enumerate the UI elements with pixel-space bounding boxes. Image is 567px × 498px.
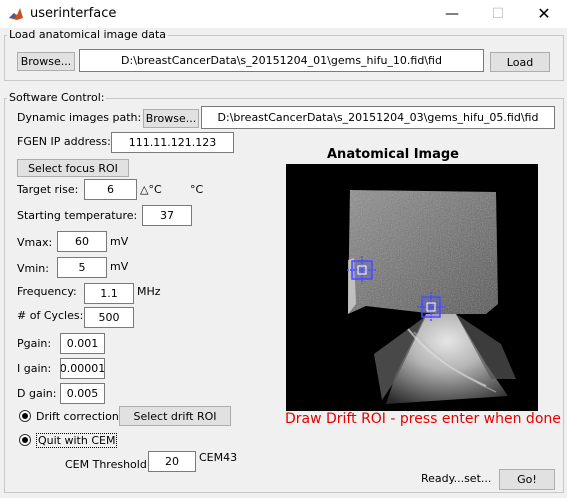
load-button[interactable]: Load bbox=[490, 52, 550, 72]
fgen-ip-label: FGEN IP address: bbox=[17, 135, 111, 148]
frequency-unit: MHz bbox=[137, 285, 161, 298]
close-button[interactable]: ✕ bbox=[521, 0, 567, 28]
anatomical-path-field[interactable]: D:\breastCancerData\s_20151204_01\gems_h… bbox=[79, 49, 484, 72]
matlab-app-icon bbox=[8, 6, 24, 22]
igain-label: I gain: bbox=[17, 362, 52, 375]
cycles-label: # of Cycles: bbox=[17, 309, 84, 322]
mri-image-graphic bbox=[286, 164, 538, 411]
vmin-field[interactable]: 5 bbox=[57, 257, 107, 278]
minimize-button[interactable]: — bbox=[429, 0, 475, 28]
quit-with-cem-radio[interactable] bbox=[19, 434, 31, 446]
pgain-field[interactable]: 0.001 bbox=[60, 333, 105, 354]
quit-with-cem-label[interactable]: Quit with CEM bbox=[36, 433, 118, 448]
fgen-ip-field[interactable]: 111.11.121.123 bbox=[111, 132, 234, 153]
starting-temperature-field[interactable]: 37 bbox=[142, 205, 192, 226]
load-panel-title: Load anatomical image data bbox=[7, 28, 169, 41]
target-rise-label: Target rise: bbox=[17, 183, 79, 196]
select-focus-roi-button[interactable]: Select focus ROI bbox=[17, 159, 129, 177]
browse-anatomical-button[interactable]: Browse... bbox=[17, 52, 75, 71]
vmax-unit: mV bbox=[110, 235, 129, 248]
vmin-label: Vmin: bbox=[17, 262, 49, 275]
drift-correction-radio[interactable] bbox=[19, 410, 31, 422]
browse-dynamic-button[interactable]: Browse... bbox=[143, 109, 199, 128]
frequency-label: Frequency: bbox=[17, 285, 77, 298]
cycles-field[interactable]: 500 bbox=[84, 307, 134, 328]
anatomical-image[interactable] bbox=[286, 164, 538, 411]
go-button[interactable]: Go! bbox=[499, 469, 555, 490]
dynamic-path-label: Dynamic images path: bbox=[17, 111, 142, 124]
target-rise-field[interactable]: 6 bbox=[84, 179, 137, 200]
dgain-label: D gain: bbox=[17, 387, 57, 400]
vmax-label: Vmax: bbox=[17, 236, 53, 249]
cem-threshold-label: CEM Threshold: bbox=[65, 458, 151, 471]
vmin-unit: mV bbox=[110, 260, 129, 273]
drift-correction-label[interactable]: Drift correction bbox=[36, 410, 119, 423]
title-bar: userinterface — ☐ ✕ bbox=[0, 0, 567, 28]
frequency-field[interactable]: 1.1 bbox=[84, 283, 134, 304]
anatomical-image-title: Anatomical Image bbox=[327, 147, 459, 162]
select-drift-roi-button[interactable]: Select drift ROI bbox=[119, 406, 231, 426]
target-rise-unit-delta: △°C bbox=[140, 183, 162, 196]
cem-threshold-field[interactable]: 20 bbox=[148, 451, 196, 472]
status-text: Ready...set... bbox=[421, 472, 492, 485]
target-rise-unit-celsius: °C bbox=[190, 183, 204, 196]
starting-temperature-label: Starting temperature: bbox=[17, 209, 138, 222]
dgain-field[interactable]: 0.005 bbox=[60, 383, 105, 404]
pgain-label: Pgain: bbox=[17, 337, 52, 350]
dynamic-path-field[interactable]: D:\breastCancerData\s_20151204_03\gems_h… bbox=[201, 106, 555, 129]
vmax-field[interactable]: 60 bbox=[57, 231, 107, 252]
maximize-button[interactable]: ☐ bbox=[475, 0, 521, 28]
software-control-title: Software Control: bbox=[7, 91, 107, 104]
cem-threshold-unit: CEM43 bbox=[199, 451, 238, 464]
window-title: userinterface bbox=[30, 6, 117, 21]
igain-field[interactable]: 0.00001 bbox=[60, 358, 105, 379]
drift-roi-message: Draw Drift ROI - press enter when done bbox=[285, 411, 561, 427]
